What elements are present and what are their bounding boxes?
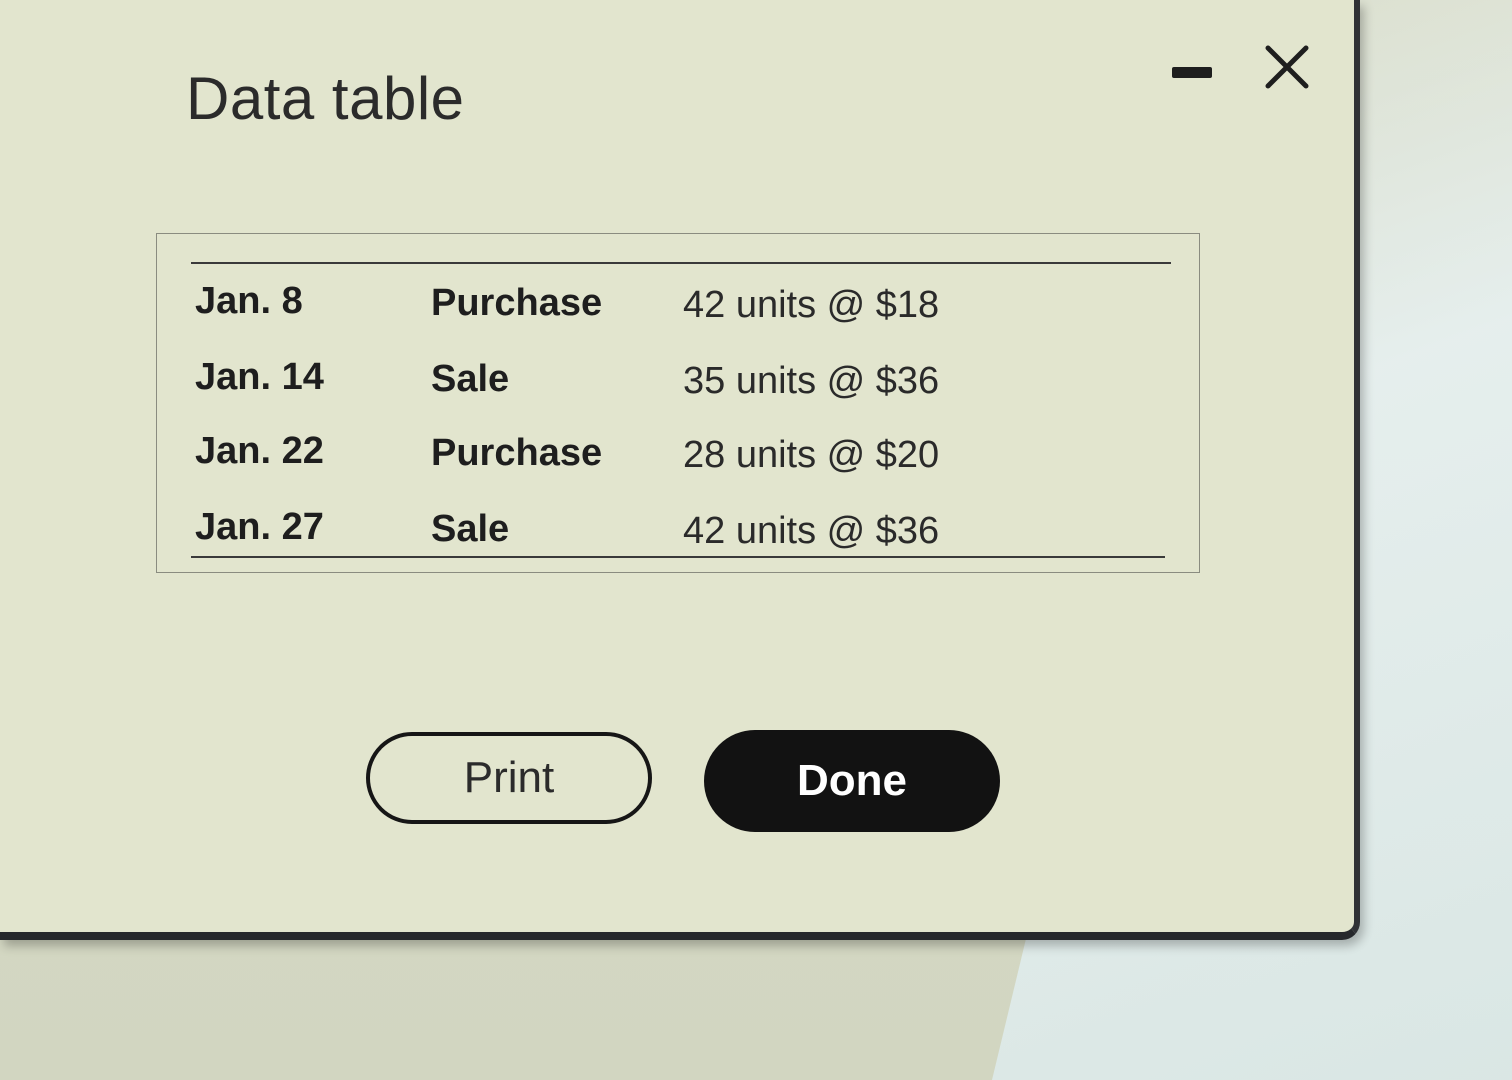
- row-type: Purchase: [431, 432, 603, 474]
- row-date: Jan. 27: [195, 506, 324, 548]
- table-top-rule: [191, 262, 1171, 264]
- table-row: Jan. 27 Sale 42 units @ $36: [195, 506, 1095, 554]
- table-row: Jan. 22 Purchase 28 units @ $20: [195, 430, 1095, 478]
- row-quantity: 42 units @ $18: [683, 284, 940, 326]
- table-bottom-rule: [191, 556, 1165, 558]
- table-row: Jan. 14 Sale 35 units @ $36: [195, 356, 1095, 404]
- minimize-icon: [1172, 66, 1212, 78]
- row-type: Purchase: [431, 282, 603, 324]
- row-date: Jan. 22: [195, 430, 324, 472]
- data-table: Jan. 8 Purchase 42 units @ $18 Jan. 14 S…: [156, 233, 1200, 573]
- row-type: Sale: [431, 358, 510, 400]
- row-date: Jan. 8: [195, 280, 303, 322]
- data-table-dialog: Data table Jan. 8 Purchase 42 units @ $1…: [0, 0, 1360, 940]
- minimize-button[interactable]: [1170, 60, 1214, 84]
- row-date: Jan. 14: [195, 356, 324, 398]
- row-quantity: 42 units @ $36: [683, 510, 940, 552]
- print-button[interactable]: Print: [366, 732, 652, 824]
- row-type: Sale: [431, 508, 510, 550]
- row-quantity: 28 units @ $20: [683, 434, 940, 476]
- dialog-title: Data table: [186, 65, 465, 132]
- table-row: Jan. 8 Purchase 42 units @ $18: [195, 280, 1095, 328]
- close-icon: [1265, 45, 1309, 89]
- row-quantity: 35 units @ $36: [683, 360, 940, 402]
- done-button[interactable]: Done: [704, 730, 1000, 832]
- close-button[interactable]: [1260, 40, 1314, 94]
